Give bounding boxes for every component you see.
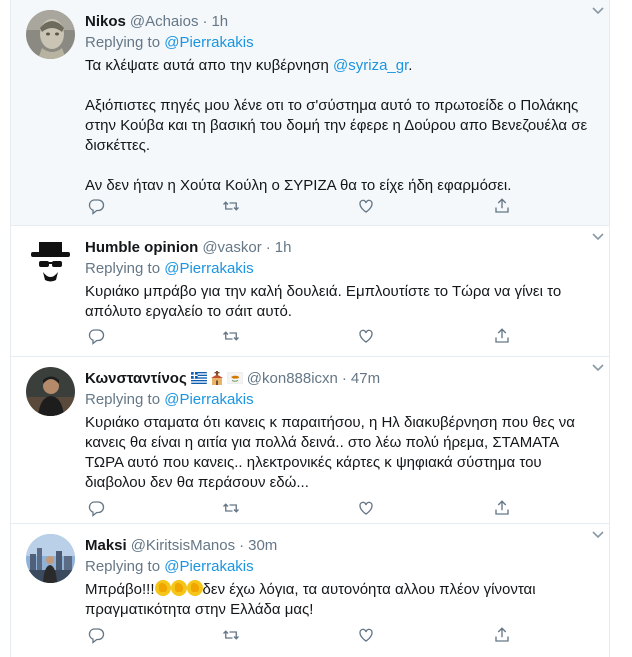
user-handle[interactable]: @KiritsisManos [131, 537, 235, 554]
city-avatar-image [26, 534, 75, 583]
like-button[interactable] [357, 197, 377, 217]
display-name[interactable]: Nikos [85, 13, 126, 30]
share-button[interactable] [493, 327, 513, 347]
church-icon [210, 371, 223, 385]
tweet-actions [85, 327, 535, 347]
like-icon [359, 628, 373, 642]
retweet-icon [223, 630, 239, 640]
retweet-button[interactable] [222, 626, 242, 646]
reply-icon [88, 199, 105, 215]
reply-button[interactable] [87, 499, 107, 519]
reply-thread: Nikos @Achaios · 1h Replying to @Pierrak… [10, 0, 610, 657]
chevron-down-icon[interactable] [591, 6, 605, 16]
replying-to-link[interactable]: @Pierrakakis [164, 558, 253, 575]
separator-dot: · [202, 12, 208, 30]
share-button[interactable] [493, 499, 513, 519]
reply-icon [88, 628, 105, 644]
tweet-konstantinos[interactable]: Κωνσταντίνος @kon888icxn · 47m Replying … [11, 357, 609, 524]
separator-dot: · [239, 536, 245, 554]
avatar[interactable] [26, 10, 75, 59]
tweet-paragraph: Αξιόπιστες πηγές μου λένε οτι το σ'σύστη… [85, 97, 592, 154]
clapping-hands-emoji [170, 580, 187, 596]
share-button[interactable] [493, 626, 513, 646]
replying-to: Replying to @Pierrakakis [85, 557, 597, 577]
share-icon [495, 627, 509, 642]
replying-to: Replying to @Pierrakakis [85, 259, 597, 279]
replying-to: Replying to @Pierrakakis [85, 33, 597, 53]
replying-to-label: Replying to [85, 391, 165, 408]
tweet-text: Κυριάκο σταματα ότι κανεις κ παραιτήσου,… [85, 414, 580, 491]
retweet-button[interactable] [222, 327, 242, 347]
greece-flag-icon [190, 372, 207, 384]
like-button[interactable] [357, 626, 377, 646]
retweet-button[interactable] [222, 197, 242, 217]
reply-button[interactable] [87, 626, 107, 646]
retweet-icon [223, 503, 239, 513]
tweet-nikos[interactable]: Nikos @Achaios · 1h Replying to @Pierrak… [11, 0, 609, 226]
tweet-timestamp[interactable]: 1h [275, 239, 292, 256]
avatar[interactable] [26, 236, 75, 285]
clapping-hands-emoji [186, 580, 203, 596]
retweet-button[interactable] [222, 499, 242, 519]
like-button[interactable] [357, 499, 377, 519]
share-icon [495, 328, 509, 343]
tweet-timestamp[interactable]: 47m [351, 370, 380, 387]
replying-to-link[interactable]: @Pierrakakis [164, 260, 253, 277]
user-handle[interactable]: @Achaios [130, 13, 199, 30]
chevron-down-icon[interactable] [591, 363, 605, 373]
tweet-actions [85, 197, 535, 217]
display-name[interactable]: Humble opinion [85, 239, 198, 256]
like-icon [359, 329, 373, 343]
cyprus-flag-icon [226, 372, 243, 384]
heisenberg-avatar-image [26, 236, 75, 285]
tweet-paragraph: Αν δεν ήταν η Χούτα Κούλη ο ΣΥΡΙΖΑ θα το… [85, 177, 512, 194]
like-icon [359, 199, 373, 213]
tweet-text: Τα κλέψατε αυτά απο την κυβέρνηση @syriz… [85, 56, 597, 196]
display-name[interactable]: Maksi [85, 537, 127, 554]
tweet-humble-opinion[interactable]: Humble opinion @vaskor · 1h Replying to … [11, 226, 609, 357]
like-icon [359, 501, 373, 515]
share-icon [495, 198, 509, 213]
mention-link[interactable]: @syriza_gr [333, 57, 408, 74]
tweet-timestamp[interactable]: 30m [248, 537, 277, 554]
tweet-text: Μπράβο!!! δεν έχω λόγια, τα αυτονόητα αλλ… [85, 580, 597, 620]
share-button[interactable] [493, 197, 513, 217]
replying-to: Replying to @Pierrakakis [85, 390, 597, 410]
separator-dot: · [341, 369, 347, 387]
tweet-text: Κυριάκο μπράβο για την καλή δουλειά. Εμπ… [85, 283, 566, 320]
tweet-timestamp[interactable]: 1h [211, 13, 228, 30]
reply-button[interactable] [87, 197, 107, 217]
like-button[interactable] [357, 327, 377, 347]
chevron-down-icon[interactable] [591, 530, 605, 540]
tweet-actions [85, 626, 535, 646]
tweet-actions [85, 499, 535, 519]
reply-icon [88, 501, 105, 517]
display-name[interactable]: Κωνσταντίνος [85, 370, 187, 387]
reply-icon [88, 329, 105, 345]
tweet-text-part: Μπράβο!!! [85, 581, 155, 598]
replying-to-link[interactable]: @Pierrakakis [164, 34, 253, 51]
chevron-down-icon[interactable] [591, 232, 605, 242]
user-handle[interactable]: @vaskor [202, 239, 261, 256]
user-handle[interactable]: @kon888icxn [247, 370, 338, 387]
avatar[interactable] [26, 534, 75, 583]
replying-to-label: Replying to [85, 34, 165, 51]
tweet-text-part: Τα κλέψατε αυτά απο την κυβέρνηση [85, 57, 334, 74]
share-icon [495, 500, 509, 515]
person-avatar-image [26, 367, 75, 416]
replying-to-label: Replying to [85, 260, 165, 277]
tweet-text-part: . [408, 57, 413, 74]
statue-avatar-image [26, 10, 75, 59]
retweet-icon [223, 201, 239, 211]
reply-button[interactable] [87, 327, 107, 347]
replying-to-label: Replying to [85, 558, 165, 575]
replying-to-link[interactable]: @Pierrakakis [164, 391, 253, 408]
retweet-icon [223, 331, 239, 341]
separator-dot: · [265, 238, 271, 256]
tweet-maksi[interactable]: Maksi @KiritsisManos · 30m Replying to @… [11, 524, 609, 657]
avatar[interactable] [26, 367, 75, 416]
clapping-hands-emoji [154, 580, 171, 596]
name-emojis [190, 371, 243, 385]
